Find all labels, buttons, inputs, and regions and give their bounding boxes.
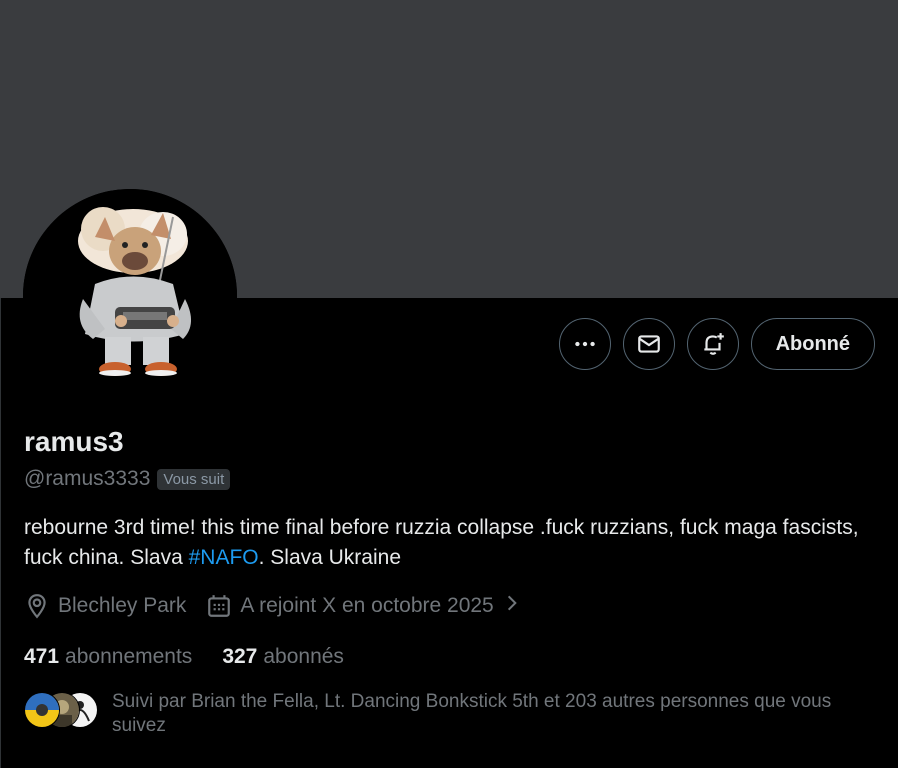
following-link[interactable]: 471 abonnements bbox=[24, 645, 192, 669]
profile-meta: Blechley Park A rejoint X en octobre 202… bbox=[24, 593, 522, 619]
notify-button[interactable] bbox=[686, 318, 739, 370]
follows-you-badge: Vous suit bbox=[157, 468, 231, 490]
avatar-image bbox=[23, 189, 237, 403]
envelope-icon bbox=[637, 335, 660, 353]
location-text: Blechley Park bbox=[58, 594, 187, 617]
bell-plus-icon bbox=[703, 333, 724, 355]
following-button[interactable]: Abonné bbox=[750, 318, 875, 370]
followers-count: 327 bbox=[222, 645, 258, 668]
followers-link[interactable]: 327 abonnés bbox=[222, 645, 344, 669]
calendar-icon bbox=[208, 595, 231, 617]
handle-row: @ramus3333 Vous suit bbox=[24, 467, 231, 491]
profile-bio: rebourne 3rd time! this time final befor… bbox=[24, 513, 874, 573]
bio-text-start: rebourne 3rd time! this time final befor… bbox=[24, 516, 859, 569]
follower-avatar bbox=[24, 692, 60, 728]
follow-stats: 471 abonnements 327 abonnés bbox=[24, 645, 344, 669]
more-button[interactable] bbox=[558, 318, 611, 370]
profile-page: Abonné ramus3 @ramus3333 Vous suit rebou… bbox=[0, 0, 898, 768]
username-handle: @ramus3333 bbox=[24, 467, 151, 490]
message-button[interactable] bbox=[622, 318, 675, 370]
location-item: Blechley Park bbox=[24, 593, 186, 619]
profile-actions: Abonné bbox=[558, 318, 875, 370]
followers-label: abonnés bbox=[263, 645, 344, 668]
follower-facepile bbox=[24, 692, 98, 728]
following-count: 471 bbox=[24, 645, 60, 668]
hashtag-link[interactable]: #NAFO bbox=[189, 546, 259, 569]
bio-text-end: . Slava Ukraine bbox=[258, 546, 402, 569]
followed-by-text: Suivi par Brian the Fella, Lt. Dancing B… bbox=[112, 691, 832, 736]
joined-date-text: A rejoint X en octobre 2025 bbox=[240, 594, 494, 617]
chevron-right-icon bbox=[502, 593, 522, 619]
followed-by-row[interactable]: Suivi par Brian the Fella, Lt. Dancing B… bbox=[24, 690, 872, 738]
joined-item[interactable]: A rejoint X en octobre 2025 bbox=[206, 593, 521, 619]
more-horizontal-icon bbox=[574, 341, 595, 347]
display-name: ramus3 bbox=[24, 426, 124, 457]
location-pin-icon bbox=[28, 594, 46, 619]
following-label: abonnements bbox=[65, 645, 193, 668]
avatar[interactable] bbox=[23, 189, 237, 403]
